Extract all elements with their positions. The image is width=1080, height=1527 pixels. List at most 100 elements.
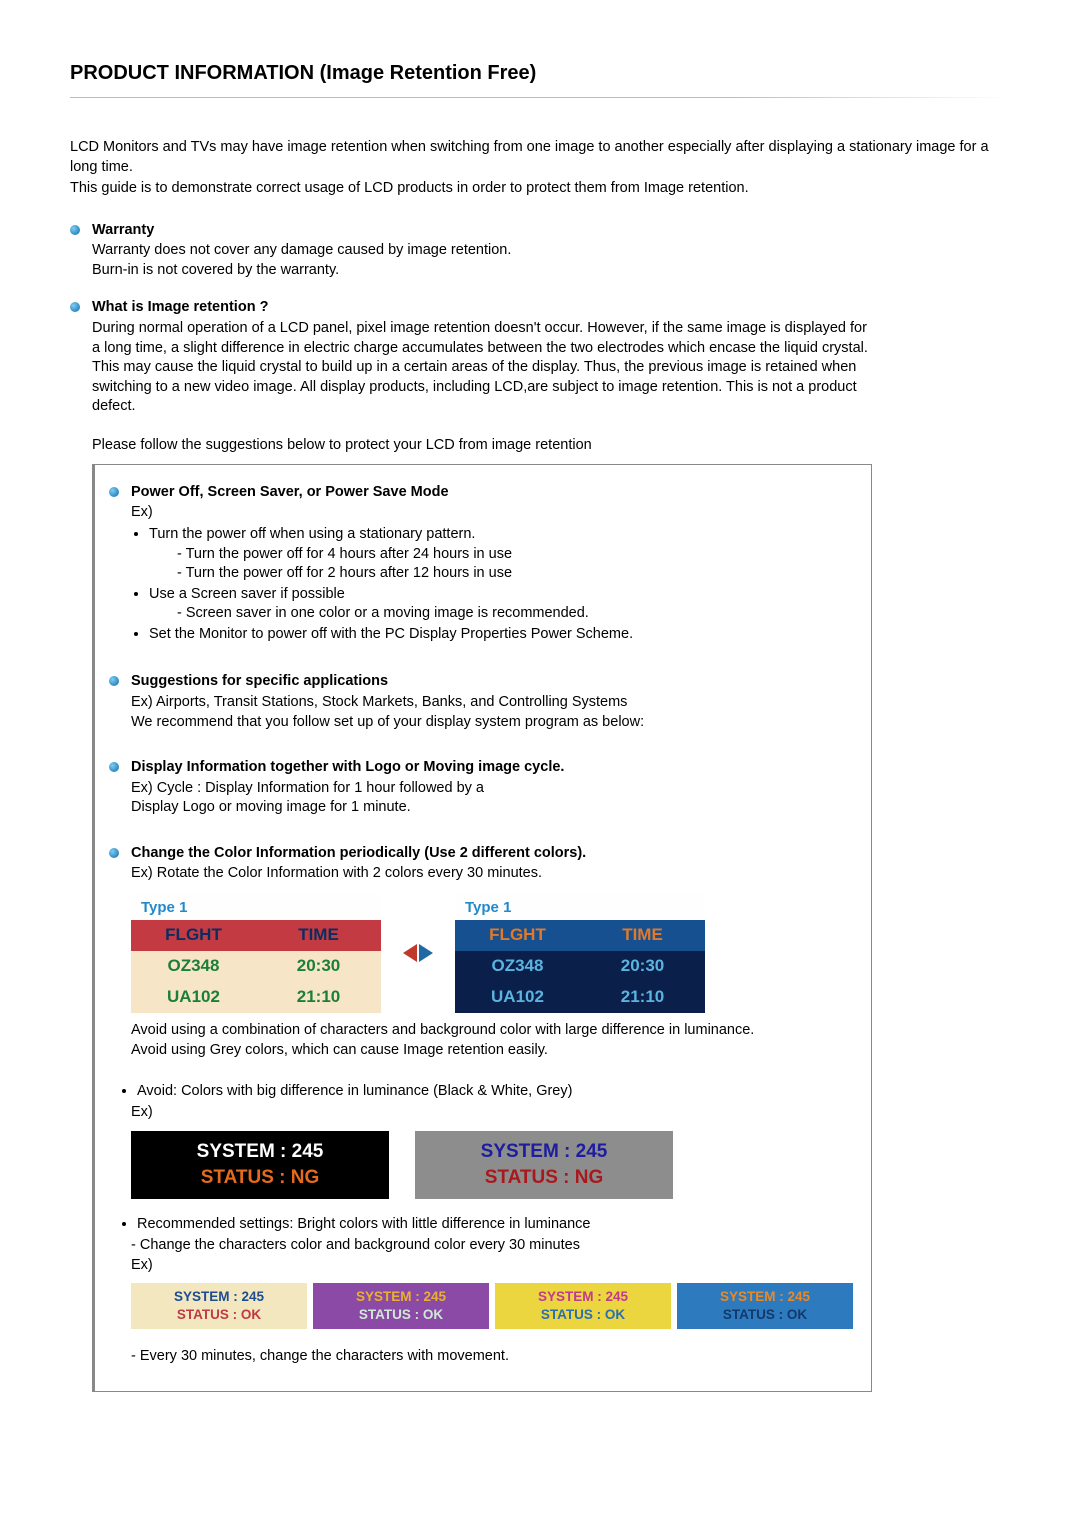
cell: UA102 [131,982,256,1013]
col-header: FLGHT [131,920,256,951]
follow-suggestion: Please follow the suggestions below to p… [92,437,592,453]
table-row: FLGHT TIME [455,920,705,951]
list-item: Avoid: Colors with big difference in lum… [137,1082,853,1102]
intro-line: LCD Monitors and TVs may have image rete… [70,138,1010,177]
status-line: STATUS : OK [497,1306,669,1324]
rec-block: SYSTEM : 245 STATUS : OK [677,1283,853,1329]
item-heading: Display Information together with Logo o… [131,758,564,778]
list-item: Turn the power off when using a stationa… [149,525,633,584]
status-line: SYSTEM : 245 [679,1288,851,1306]
item-body: Change the Color Information periodicall… [131,844,853,1367]
list-item: Recommended settings: Bright colors with… [137,1215,853,1235]
table-row: OZ348 20:30 [455,951,705,982]
recommended-list: Recommended settings: Bright colors with… [137,1215,853,1235]
example-label: Ex) [131,504,153,520]
rec-block: SYSTEM : 245 STATUS : OK [313,1283,489,1329]
section-line: Warranty does not cover any damage cause… [92,242,511,258]
status-line: SYSTEM : 245 [197,1139,324,1165]
avoid-text: Avoid using Grey colors, which can cause… [131,1042,548,1058]
section-line: Display Logo or moving image for 1 minut… [131,799,411,815]
section-line: Ex) Cycle : Display Information for 1 ho… [131,780,484,796]
cell: UA102 [455,982,580,1013]
col-header: TIME [256,920,381,951]
status-line: SYSTEM : 245 [497,1288,669,1306]
cell: OZ348 [131,951,256,982]
rec-block: SYSTEM : 245 STATUS : OK [131,1283,307,1329]
swap-arrows-icon [393,944,443,962]
document-page: PRODUCT INFORMATION (Image Retention Fre… [0,0,1080,1450]
section-line: Ex) Rotate the Color Information with 2 … [131,865,542,881]
item-body: Power Off, Screen Saver, or Power Save M… [131,483,633,647]
arrow-left-icon [403,944,417,962]
avoid-list: Avoid: Colors with big difference in lum… [137,1082,853,1102]
table-row: UA102 21:10 [455,982,705,1013]
item-body: Display Information together with Logo o… [131,758,564,818]
status-line: STATUS : OK [133,1306,305,1324]
bullet-icon [109,762,119,772]
section-line: We recommend that you follow set up of y… [131,714,644,730]
list-item: Set the Monitor to power off with the PC… [149,625,633,645]
cell: 20:30 [256,951,381,982]
power-list: Turn the power off when using a stationa… [149,525,633,644]
flight-tables-row: Type 1 FLGHT TIME OZ348 20:30 [131,894,853,1013]
status-line: SYSTEM : 245 [133,1288,305,1306]
table-row: OZ348 20:30 [131,951,381,982]
item-heading: Suggestions for specific applications [131,672,388,692]
list-item: Use a Screen saver if possible - Screen … [149,585,633,624]
type-label: Type 1 [455,894,705,920]
col-header: FLGHT [455,920,580,951]
status-line: STATUS : OK [679,1306,851,1324]
recommended-examples-row: SYSTEM : 245 STATUS : OK SYSTEM : 245 ST… [131,1283,853,1329]
bullet-icon [70,225,80,235]
bullet-icon [70,302,80,312]
what-is-section: What is Image retention ? During normal … [70,298,1010,1391]
sub-line: - Turn the power off for 2 hours after 1… [149,564,633,584]
status-line: STATUS : OK [315,1306,487,1324]
section-line: Burn-in is not covered by the warranty. [92,262,339,278]
divider [70,97,1010,98]
cell: OZ348 [455,951,580,982]
section-paragraph: During normal operation of a LCD panel, … [92,320,868,414]
cell: 20:30 [580,951,705,982]
section-line: Ex) Airports, Transit Stations, Stock Ma… [131,694,627,710]
power-off-item: Power Off, Screen Saver, or Power Save M… [109,483,853,647]
table-row: UA102 21:10 [131,982,381,1013]
flight-panel-b: Type 1 FLGHT TIME OZ348 20:30 [455,894,705,1013]
status-block-black: SYSTEM : 245 STATUS : NG [131,1131,389,1199]
avoid-examples-row: SYSTEM : 245 STATUS : NG SYSTEM : 245 ST… [131,1131,853,1199]
intro-text: LCD Monitors and TVs may have image rete… [70,138,1010,199]
flight-table: FLGHT TIME OZ348 20:30 UA102 [131,920,381,1013]
bullet-icon [109,676,119,686]
bullet-icon [109,487,119,497]
section-body: What is Image retention ? During normal … [92,298,872,1391]
flight-panel-a: Type 1 FLGHT TIME OZ348 20:30 [131,894,381,1013]
bullet-icon [109,848,119,858]
arrow-right-icon [419,944,433,962]
status-line: STATUS : NG [201,1165,320,1191]
warranty-section: Warranty Warranty does not cover any dam… [70,221,1010,281]
display-info-item: Display Information together with Logo o… [109,758,853,818]
section-heading: Warranty [92,221,154,241]
rec-block: SYSTEM : 245 STATUS : OK [495,1283,671,1329]
status-block-grey: SYSTEM : 245 STATUS : NG [415,1131,673,1199]
status-line: SYSTEM : 245 [481,1139,608,1165]
item-body: Suggestions for specific applications Ex… [131,672,644,732]
col-header: TIME [580,920,705,951]
avoid-text: Avoid using a combination of characters … [131,1022,754,1038]
change-color-item: Change the Color Information periodicall… [109,844,853,1367]
sub-line: - Turn the power off for 4 hours after 2… [149,545,633,565]
example-label: Ex) [131,1257,153,1273]
guide-box: Power Off, Screen Saver, or Power Save M… [92,464,872,1392]
cell: 21:10 [256,982,381,1013]
table-row: FLGHT TIME [131,920,381,951]
sub-line: - Change the characters color and backgr… [131,1237,580,1253]
status-line: STATUS : NG [485,1165,604,1191]
every30-line: - Every 30 minutes, change the character… [131,1348,509,1364]
page-title: PRODUCT INFORMATION (Image Retention Fre… [70,60,1010,87]
type-label: Type 1 [131,894,381,920]
section-heading: What is Image retention ? [92,298,268,318]
status-line: SYSTEM : 245 [315,1288,487,1306]
item-heading: Change the Color Information periodicall… [131,844,586,864]
example-label: Ex) [131,1104,153,1120]
sub-line: - Screen saver in one color or a moving … [149,604,633,624]
